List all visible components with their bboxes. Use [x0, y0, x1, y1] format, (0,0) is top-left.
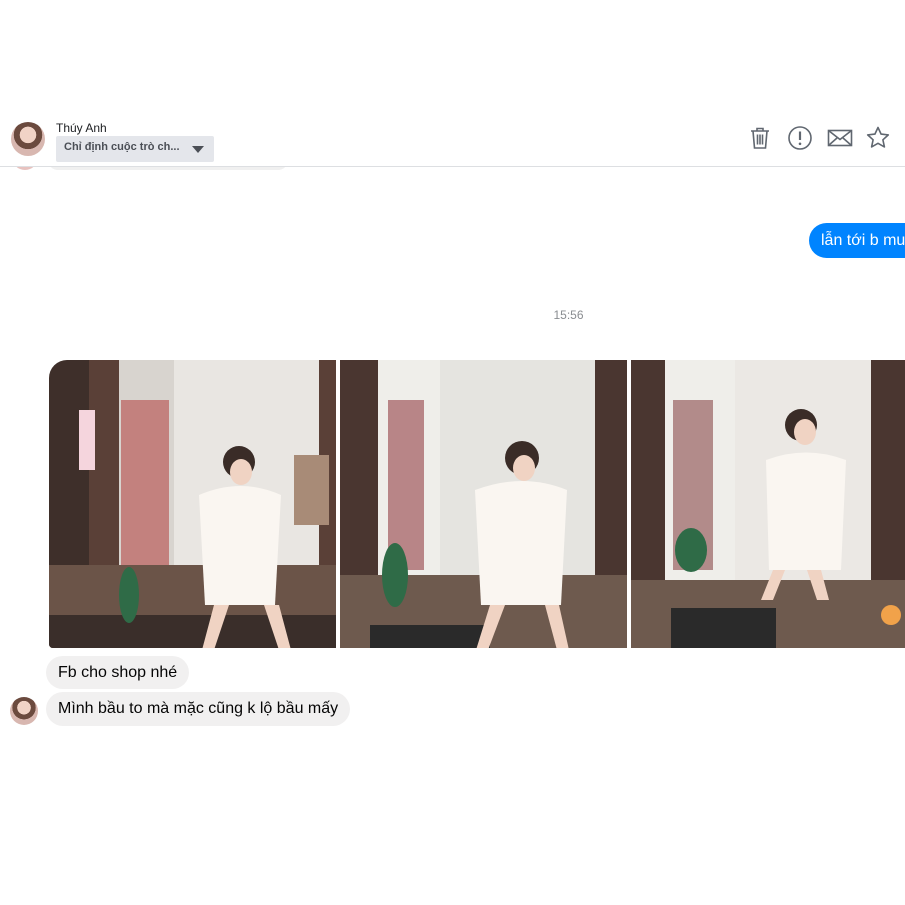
contact-name[interactable]: Thúy Anh [56, 121, 107, 135]
contact-avatar[interactable] [11, 122, 45, 156]
conversation-header: Thúy Anh Chỉ định cuộc trò ch... [0, 112, 905, 167]
incoming-message[interactable]: Fb cho shop nhé [46, 656, 190, 689]
incoming-message[interactable]: Mình bầu to mà mặc cũng k lộ bầu mấy [46, 692, 351, 726]
chevron-down-icon [192, 146, 204, 153]
conversation-assign-select[interactable]: Chỉ định cuộc trò ch... [56, 136, 214, 162]
contact-avatar-small[interactable] [10, 697, 38, 725]
message-timestamp: 15:56 [553, 308, 584, 322]
mail-icon[interactable] [826, 124, 854, 152]
outgoing-message[interactable]: lẫn tới b mu [809, 223, 905, 258]
conversation-assign-label: Chỉ định cuộc trò ch... [64, 141, 180, 153]
star-icon[interactable] [864, 124, 892, 152]
message-photo-2[interactable] [340, 360, 627, 648]
report-icon[interactable] [786, 124, 814, 152]
message-photo-3[interactable] [631, 360, 905, 648]
message-photo-1[interactable] [49, 360, 336, 648]
trash-icon[interactable] [746, 124, 774, 152]
